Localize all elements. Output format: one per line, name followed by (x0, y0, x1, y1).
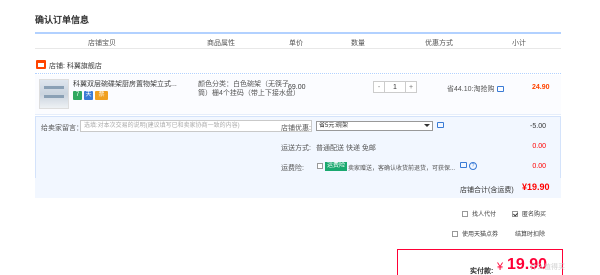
anonymous-checkbox[interactable] (512, 210, 518, 217)
insurance-amount: 0.00 (532, 163, 546, 170)
col-item: 店铺宝贝 (88, 40, 116, 47)
coupon-note: 结算时扣除 (515, 229, 545, 238)
attr-line: 筒）栅4个挂码（带上下接水盘） (198, 90, 300, 97)
shipping-value: 普通配送 快递 免邮 (316, 145, 376, 152)
qty-minus-button[interactable]: - (374, 82, 384, 92)
shop-promo-amount: -5.00 (530, 123, 546, 130)
item-subtotal: 24.90 (532, 84, 550, 91)
product-attributes: 颜色分类：白色碗架（无筷子 筒）栅4个挂码（带上下接水盘） (198, 80, 300, 98)
shop-total-value: ¥19.90 (522, 182, 550, 192)
coupon-checkbox[interactable] (452, 230, 458, 237)
col-price: 单价 (289, 40, 303, 47)
info-icon[interactable] (460, 162, 467, 168)
info-icon[interactable] (437, 122, 444, 128)
shop-icon (36, 60, 46, 69)
qty-plus-button[interactable]: + (406, 82, 416, 92)
shop-promo-label: 店铺优惠: (281, 125, 311, 132)
coupon-option[interactable]: 使用天猫点券 (452, 229, 498, 238)
order-item-row: 科翼双层碗碟架厨房置物架立式... 7 天 票 颜色分类：白色碗架（无筷子 筒）… (35, 75, 561, 115)
info-icon[interactable] (497, 86, 505, 93)
coupon-label: 使用天猫点券 (462, 232, 499, 238)
order-table-header: 店铺宝贝 商品属性 单价 数量 优惠方式 小计 (35, 32, 561, 49)
insurance-text: 卖家赠送，客确认收货前退货，可获保... (348, 166, 456, 172)
col-promotion: 优惠方式 (425, 40, 453, 47)
seller-message-input[interactable]: 选填:对本次交易的说明(建议填写已和卖家协商一致的内容) (80, 120, 312, 132)
shop-name-link[interactable]: 科翼旗舰店 (67, 63, 102, 70)
shipping-amount: 0.00 (532, 143, 546, 150)
shop-promo-value: 省5元:碗架 (319, 123, 349, 129)
product-title-link[interactable]: 科翼双层碗碟架厨房置物架立式... (73, 80, 183, 89)
coupon-note-text: 结算时扣除 (515, 232, 546, 238)
promotion-text: 省44.10:淘抢购 (447, 84, 505, 94)
pay-for-other-checkbox[interactable] (462, 210, 468, 217)
col-quantity: 数量 (351, 40, 365, 47)
shop-total-label: 店铺合计(含运费) (460, 187, 514, 194)
service-badges: 7 天 票 (73, 91, 108, 100)
pay-for-other-label: 找人代付 (472, 212, 497, 218)
anonymous-option[interactable]: 匿名购买 (512, 209, 546, 218)
invoice-icon: 票 (95, 91, 108, 100)
shop-row: 店铺: 科翼旗舰店 (35, 57, 561, 74)
promotion-label: 省44.10:淘抢购 (447, 86, 495, 93)
col-subtotal: 小计 (512, 40, 526, 47)
message-label: 给卖家留言： (41, 125, 83, 132)
pay-for-other-option[interactable]: 找人代付 (462, 209, 496, 218)
col-attributes: 商品属性 (207, 40, 235, 47)
insurance-tag: 运费险 (325, 162, 348, 171)
tmall-icon: 天 (84, 91, 93, 100)
page-title: 确认订单信息 (35, 15, 90, 25)
insurance-checkbox[interactable] (317, 163, 323, 169)
attr-line: 颜色分类：白色碗架（无筷子 (198, 81, 289, 88)
help-icon[interactable]: ? (469, 162, 477, 170)
unit-price: 69.00 (288, 84, 306, 91)
payment-currency: ¥ (497, 261, 504, 273)
seven-day-return-icon: 7 (73, 91, 82, 100)
anonymous-label: 匿名购买 (522, 212, 547, 218)
shipping-label: 运送方式: (281, 145, 311, 152)
shop-total-row: 店铺合计(含运费) ¥19.90 (35, 178, 561, 198)
chevron-down-icon (424, 124, 430, 127)
payment-label: 实付款: (470, 268, 494, 275)
product-thumbnail[interactable] (39, 79, 69, 109)
quantity-stepper[interactable]: - 1 + (373, 81, 417, 93)
watermark-text: 什么值得买 (530, 264, 565, 271)
shop-prefix: 店铺: (49, 63, 65, 70)
shop-promo-select[interactable]: 省5元:碗架 (316, 121, 433, 131)
qty-input[interactable]: 1 (384, 82, 406, 92)
insurance-label: 运费险: (281, 165, 304, 172)
